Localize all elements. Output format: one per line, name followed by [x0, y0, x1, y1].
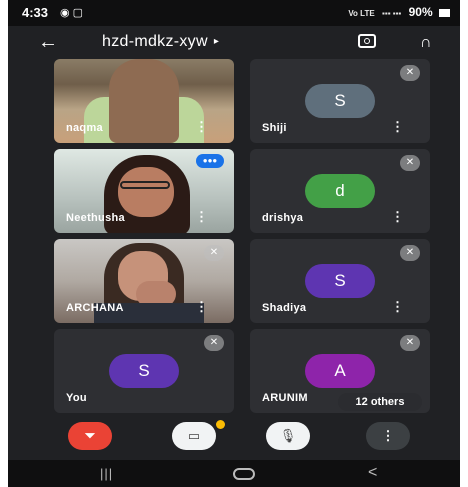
tile-more-options-icon[interactable]: ⋮: [195, 209, 208, 225]
more-options-button[interactable]: ⋮: [366, 422, 410, 450]
switch-camera-icon[interactable]: [358, 34, 376, 48]
participant-name: ARUNIM: [262, 392, 308, 404]
status-time: 4:33: [22, 5, 49, 20]
chevron-right-icon: ▸: [213, 36, 220, 48]
participant-avatar: S: [109, 354, 179, 388]
participant-tile-archana[interactable]: ✕ ARCHANA ⋮: [54, 239, 234, 323]
speaking-indicator-icon: ●●●: [196, 154, 224, 168]
status-right: Vo LTE ▪▪▪ ▪▪▪ 90%: [348, 5, 450, 19]
meeting-code[interactable]: hzd-mdkz-xyw ▸: [102, 33, 219, 51]
participant-name: Shiji: [262, 122, 287, 134]
nav-back-button[interactable]: <: [368, 464, 377, 482]
mic-off-icon: ✕: [204, 335, 224, 351]
participant-name: Neethusha: [66, 212, 125, 224]
participant-name: You: [66, 392, 87, 404]
end-call-button[interactable]: ⏷: [68, 422, 112, 450]
participant-tile-drishya[interactable]: ✕ d drishya ⋮: [250, 149, 430, 233]
mic-off-icon: ✕: [400, 245, 420, 261]
tile-more-options-icon[interactable]: ⋮: [391, 119, 404, 135]
participant-video-glasses: [120, 181, 170, 189]
participant-avatar: d: [305, 174, 375, 208]
participant-name: ARCHANA: [66, 302, 124, 314]
battery-percent: 90%: [408, 5, 433, 19]
tile-more-options-icon[interactable]: ⋮: [391, 209, 404, 225]
tile-more-options-icon[interactable]: ⋮: [195, 119, 208, 135]
recents-button[interactable]: |||: [100, 466, 113, 481]
participant-video-face: [118, 167, 174, 217]
participant-avatar: A: [305, 354, 375, 388]
camera-toggle-button[interactable]: ▭: [172, 422, 216, 450]
participant-name: Shadiya: [262, 302, 307, 314]
status-bar: 4:33 ◉ ▢ Vo LTE ▪▪▪ ▪▪▪ 90%: [8, 0, 460, 26]
battery-icon: [439, 8, 450, 17]
participant-tile-you[interactable]: ✕ S You: [54, 329, 234, 413]
participant-tile-neethusha[interactable]: ●●● Neethusha ⋮: [54, 149, 234, 233]
participant-tile-shiji[interactable]: ✕ S Shiji ⋮: [250, 59, 430, 143]
participant-name: drishya: [262, 212, 304, 224]
participant-avatar: S: [305, 84, 375, 118]
audio-output-icon[interactable]: ∩: [420, 34, 432, 52]
system-nav-bar: ||| <: [8, 460, 460, 487]
participant-avatar: S: [305, 264, 375, 298]
participant-tile-shadiya[interactable]: ✕ S Shadiya ⋮: [250, 239, 430, 323]
volte-icon: Vo LTE: [348, 9, 375, 18]
mic-off-icon: ✕: [204, 245, 224, 261]
meeting-code-text: hzd-mdkz-xyw: [102, 33, 208, 50]
participant-tile-naqma[interactable]: naqma ⋮: [54, 59, 234, 143]
mic-toggle-button[interactable]: 🎙: [266, 422, 310, 450]
status-notification-icons: ◉ ▢: [60, 7, 84, 19]
others-count-button[interactable]: 12 others: [338, 393, 422, 411]
tile-more-options-icon[interactable]: ⋮: [391, 299, 404, 315]
back-arrow-icon[interactable]: ←: [38, 32, 58, 52]
signal-icon: ▪▪▪ ▪▪▪: [382, 9, 402, 18]
mic-off-icon: ✕: [400, 65, 420, 81]
home-button[interactable]: [233, 468, 255, 480]
phone-screen: 4:33 ◉ ▢ Vo LTE ▪▪▪ ▪▪▪ 90% ← hzd-mdkz-x…: [8, 0, 460, 487]
participant-video-person: [109, 59, 179, 143]
tile-more-options-icon[interactable]: ⋮: [195, 299, 208, 315]
camera-notification-badge: [216, 420, 225, 429]
participant-name: naqma: [66, 122, 103, 134]
meeting-top-bar: ← hzd-mdkz-xyw ▸ ∩: [8, 26, 460, 60]
mic-off-icon: ✕: [400, 155, 420, 171]
mic-off-icon: ✕: [400, 335, 420, 351]
